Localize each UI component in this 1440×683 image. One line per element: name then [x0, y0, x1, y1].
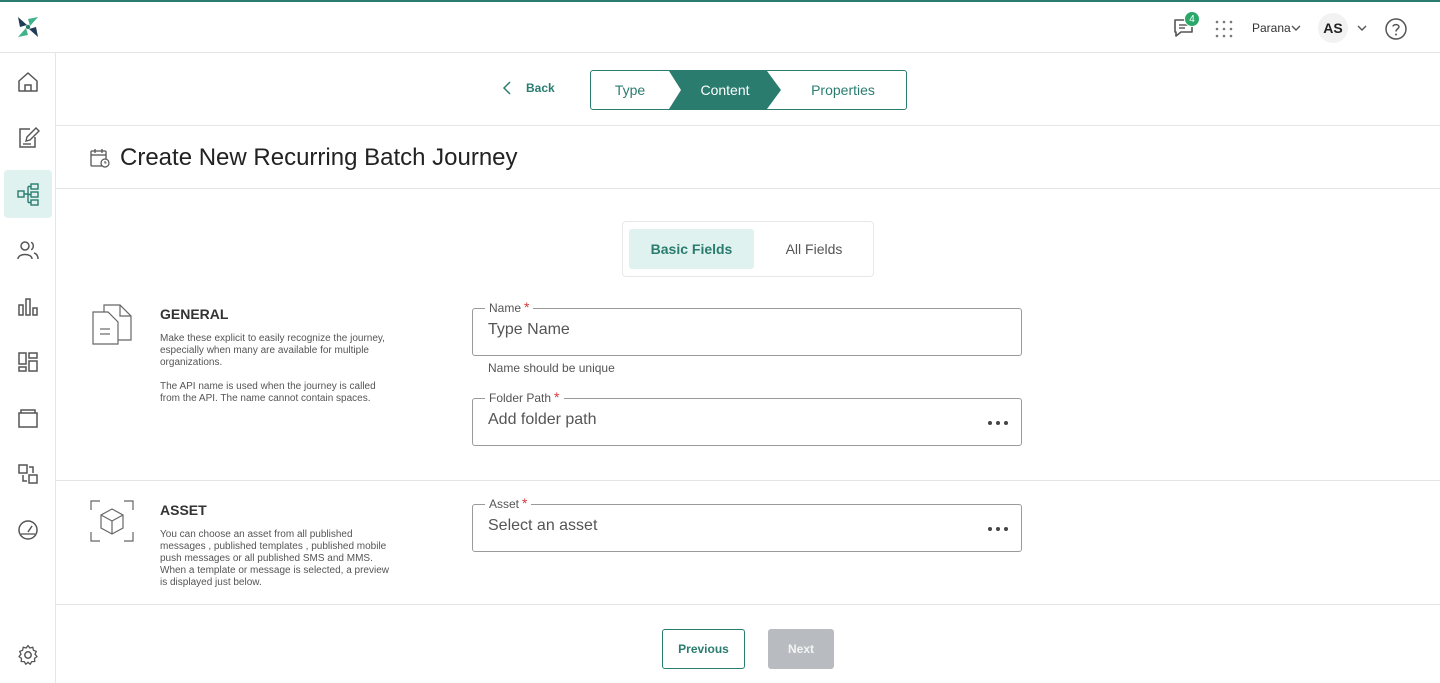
app-logo-icon[interactable]: [16, 15, 40, 39]
org-selector[interactable]: Parana: [1252, 21, 1291, 35]
back-button[interactable]: Back: [502, 81, 555, 95]
name-input[interactable]: [488, 321, 968, 339]
general-section-title: GENERAL: [160, 306, 229, 322]
field-view-toggle: Basic Fields All Fields: [622, 221, 874, 277]
chevron-down-icon[interactable]: [1356, 22, 1368, 34]
more-options-icon[interactable]: [987, 413, 1009, 433]
required-marker: *: [524, 299, 530, 315]
integration-icon: [18, 464, 38, 484]
documents-icon: [92, 304, 132, 345]
general-description: Make these explicit to easily recognize …: [160, 333, 385, 368]
app-header: 4 Parana AS: [0, 2, 1440, 53]
sidebar-item-monitor[interactable]: [4, 506, 52, 554]
section-divider: [56, 604, 1440, 605]
cube-asset-icon: [90, 500, 134, 542]
sidebar-item-dashboards[interactable]: [4, 338, 52, 386]
sidebar-item-integrations[interactable]: [4, 450, 52, 498]
general-api-note: The API name is used when the journey is…: [160, 381, 376, 404]
notification-badge: 4: [1184, 11, 1200, 27]
wizard-steps: Type Content Properties: [590, 70, 907, 110]
previous-button[interactable]: Previous: [662, 629, 745, 669]
step-content[interactable]: Content: [669, 71, 781, 109]
sidebar-item-analytics[interactable]: [4, 282, 52, 330]
wizard-stepper-bar: Back Type Content Properties: [56, 53, 1440, 126]
home-icon: [18, 72, 38, 92]
edit-icon: [19, 127, 40, 148]
user-avatar[interactable]: AS: [1318, 13, 1348, 43]
name-field-label: Name *: [485, 299, 534, 315]
users-icon: [17, 241, 39, 260]
back-label: Back: [526, 81, 555, 95]
page-title-bar: Create New Recurring Batch Journey: [56, 126, 1440, 189]
asset-section-title: ASSET: [160, 502, 207, 518]
asset-field: Asset *: [472, 495, 1022, 552]
sidebar-item-archive[interactable]: [4, 394, 52, 442]
dashboard-icon: [18, 352, 38, 372]
help-icon[interactable]: [1384, 17, 1408, 41]
step-properties[interactable]: Properties: [779, 71, 906, 109]
bar-chart-icon: [18, 298, 38, 316]
more-options-icon[interactable]: [987, 519, 1009, 539]
name-field: Name *: [472, 299, 1022, 356]
folder-path-label: Folder Path *: [485, 389, 564, 405]
flow-icon: [17, 183, 39, 206]
required-marker: *: [554, 389, 560, 405]
folder-path-input[interactable]: [488, 411, 968, 429]
page-title: Create New Recurring Batch Journey: [120, 144, 518, 171]
asset-field-label: Asset *: [485, 495, 532, 511]
all-fields-tab[interactable]: All Fields: [753, 229, 875, 269]
sidebar-item-content[interactable]: [4, 114, 52, 162]
asset-description: You can choose an asset from all publish…: [160, 529, 389, 588]
name-hint: Name should be unique: [488, 361, 615, 375]
calendar-clock-icon: [90, 149, 110, 168]
chevron-left-icon: [502, 81, 511, 95]
sidebar-item-settings[interactable]: [4, 631, 52, 679]
section-divider: [56, 480, 1440, 481]
folder-path-field: Folder Path *: [472, 389, 1022, 446]
basic-fields-tab[interactable]: Basic Fields: [629, 229, 754, 269]
sidebar-item-journeys[interactable]: [4, 170, 52, 218]
sidebar-item-home[interactable]: [4, 58, 52, 106]
archive-icon: [18, 409, 38, 428]
apps-grid-icon[interactable]: [1214, 19, 1234, 39]
required-marker: *: [522, 495, 528, 511]
next-button[interactable]: Next: [768, 629, 834, 669]
step-type[interactable]: Type: [591, 71, 669, 109]
sidebar-item-audience[interactable]: [4, 226, 52, 274]
gauge-icon: [18, 520, 38, 540]
asset-input[interactable]: [488, 517, 968, 535]
sidebar-nav: [0, 53, 56, 683]
chevron-down-icon[interactable]: [1290, 22, 1302, 34]
gear-icon: [18, 644, 38, 665]
